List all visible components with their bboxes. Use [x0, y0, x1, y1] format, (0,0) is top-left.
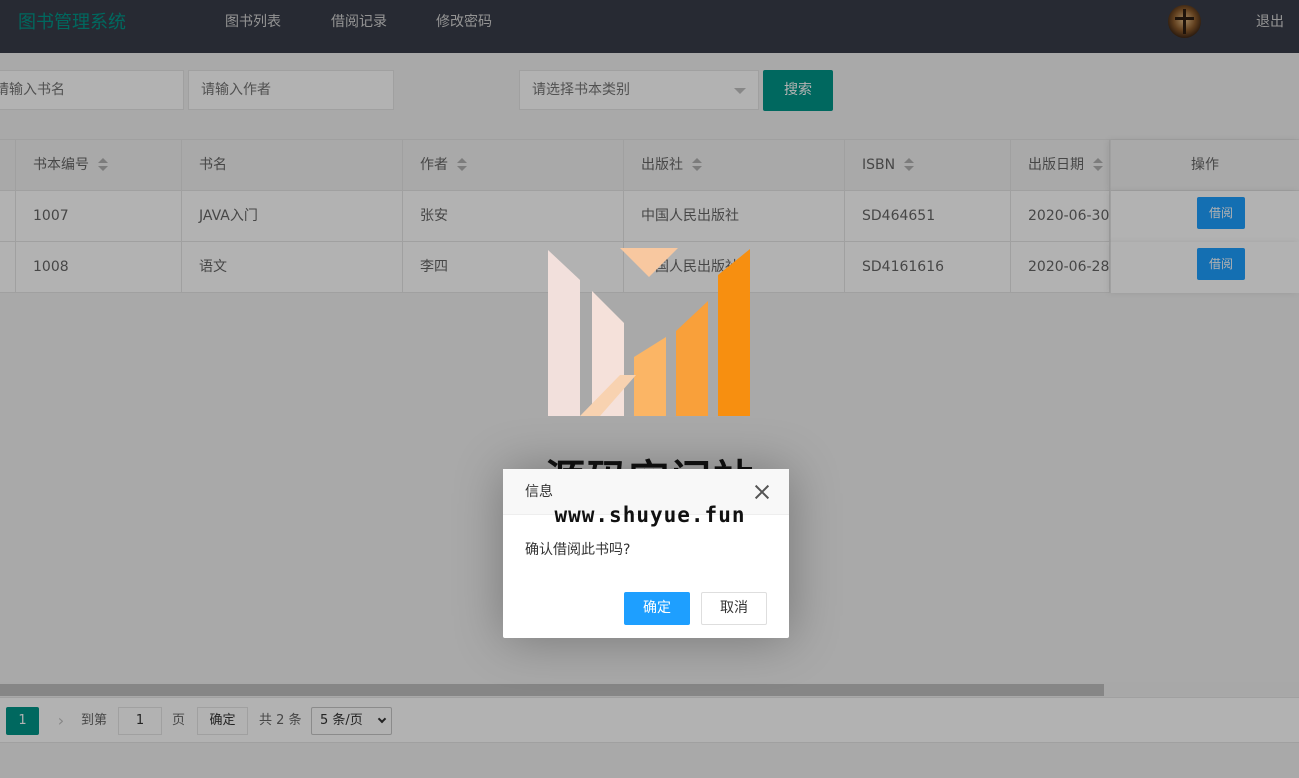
dialog-cancel-button[interactable]: 取消 [701, 592, 767, 625]
logo-bar-1 [548, 250, 580, 416]
dialog-message: 确认借阅此书吗? [525, 542, 631, 558]
dialog-ok-button[interactable]: 确定 [624, 592, 690, 625]
logo-triangle [620, 248, 678, 277]
watermark-url: www.shuyue.fun [554, 503, 746, 527]
confirm-dialog: 信息 确认借阅此书吗? 确定 取消 [503, 469, 789, 638]
logo-bar-3 [634, 337, 666, 416]
logo-bar-5 [718, 249, 750, 416]
logo-bar-4 [676, 301, 708, 416]
close-icon[interactable] [754, 484, 770, 500]
